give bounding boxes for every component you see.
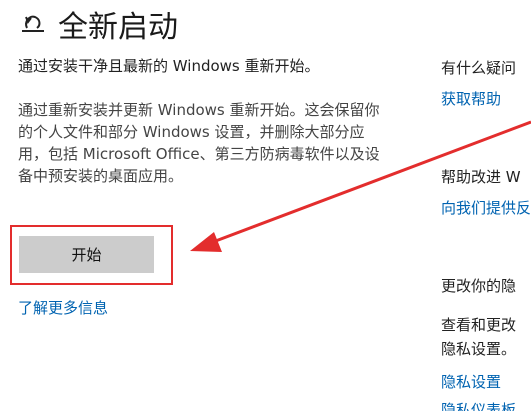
- description: 通过重新安装并更新 Windows 重新开始。这会保留你的个人文件和部分 Win…: [18, 101, 380, 185]
- privacy-text-1: 查看和更改: [441, 316, 517, 334]
- start-button[interactable]: 开始: [19, 236, 154, 273]
- privacy-settings-link[interactable]: 隐私设置: [441, 371, 501, 392]
- page-title: 全新启动: [58, 10, 178, 45]
- reset-icon: [22, 15, 44, 32]
- subtitle: 通过安装干净且最新的 Windows 重新开始。: [18, 57, 320, 75]
- get-help-link[interactable]: 获取帮助: [441, 88, 501, 109]
- privacy-text-2: 隐私设置。: [441, 340, 517, 358]
- page-header: 全新启动: [18, 2, 178, 46]
- sidebar-privacy-heading: 更改你的隐: [441, 277, 517, 295]
- sidebar: 有什么疑问 获取帮助 帮助改进 W 向我们提供反 更改你的隐 查看和更改 隐私设…: [441, 0, 531, 411]
- sidebar-question-heading: 有什么疑问: [441, 59, 517, 77]
- feedback-link[interactable]: 向我们提供反: [441, 197, 531, 218]
- learn-more-link[interactable]: 了解更多信息: [18, 297, 108, 318]
- sidebar-improve-heading: 帮助改进 W: [441, 168, 521, 186]
- privacy-dashboard-link[interactable]: 隐私仪表板: [441, 399, 516, 411]
